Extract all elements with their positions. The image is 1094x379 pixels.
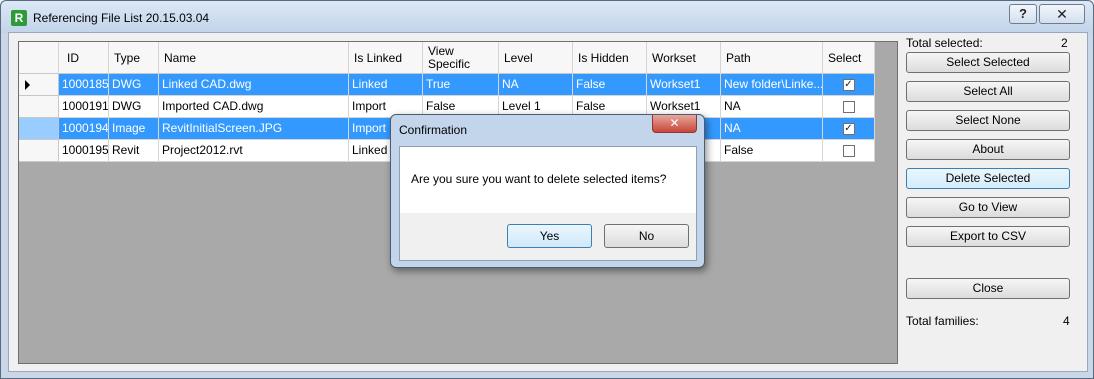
cell-is-linked: Linked xyxy=(349,74,423,96)
select-checkbox[interactable] xyxy=(842,145,855,157)
select-checkbox[interactable]: ✓ xyxy=(842,79,855,91)
grid-header: ID Type Name Is Linked View Specific Lev… xyxy=(19,42,875,74)
go-to-view-button[interactable]: Go to View xyxy=(906,197,1070,218)
dialog-title: Confirmation xyxy=(399,123,468,137)
column-header-id[interactable]: ID xyxy=(59,42,109,74)
cell-type: Revit xyxy=(109,140,159,162)
cell-select: ✓ xyxy=(823,118,875,140)
column-header-type[interactable]: Type xyxy=(109,42,159,74)
no-button[interactable]: No xyxy=(604,224,689,248)
column-header-level[interactable]: Level xyxy=(499,42,573,74)
cell-name: RevitInitialScreen.JPG xyxy=(159,118,349,140)
window-close-button[interactable]: ✕ xyxy=(1039,4,1085,24)
column-header-path[interactable]: Path xyxy=(721,42,823,74)
cell-level: NA xyxy=(499,74,573,96)
cell-type: DWG xyxy=(109,74,159,96)
cell-select: ✓ xyxy=(823,74,875,96)
current-row-arrow-icon xyxy=(25,80,30,90)
select-none-button[interactable]: Select None xyxy=(906,110,1070,131)
select-checkbox[interactable]: ✓ xyxy=(842,123,855,135)
main-window: R Referencing File List 20.15.03.04 ? ✕ … xyxy=(0,0,1094,379)
export-csv-button[interactable]: Export to CSV xyxy=(906,226,1070,247)
dialog-body: Are you sure you want to delete selected… xyxy=(399,146,697,261)
total-selected-value: 2 xyxy=(1061,36,1068,50)
cell-name: Imported CAD.dwg xyxy=(159,96,349,118)
cell-path: False xyxy=(721,140,823,162)
cell-id: 1000194 xyxy=(59,118,109,140)
cell-type: DWG xyxy=(109,96,159,118)
cell-id: 1000185 xyxy=(59,74,109,96)
total-families-label: Total families: xyxy=(906,314,979,328)
dialog-close-icon[interactable]: ✕ xyxy=(652,115,697,133)
total-selected-label: Total selected: xyxy=(906,36,983,50)
help-button[interactable]: ? xyxy=(1009,4,1037,24)
cell-select xyxy=(823,96,875,118)
row-header[interactable] xyxy=(19,74,59,96)
column-header-is-hidden[interactable]: Is Hidden xyxy=(573,42,647,74)
column-header-view-specific[interactable]: View Specific xyxy=(423,42,499,74)
cell-path: New folder\Linke... xyxy=(721,74,823,96)
cell-is-hidden: False xyxy=(573,74,647,96)
column-header-select[interactable]: Select xyxy=(823,42,875,74)
cell-view-specific: True xyxy=(423,74,499,96)
cell-type: Image xyxy=(109,118,159,140)
header-corner xyxy=(19,42,59,74)
cell-id: 1000191 xyxy=(59,96,109,118)
column-header-workset[interactable]: Workset xyxy=(647,42,721,74)
column-header-is-linked[interactable]: Is Linked xyxy=(349,42,423,74)
cell-path: NA xyxy=(721,96,823,118)
delete-selected-button[interactable]: Delete Selected xyxy=(906,168,1070,189)
cell-select xyxy=(823,140,875,162)
close-button[interactable]: Close xyxy=(906,278,1070,299)
cell-id: 1000195 xyxy=(59,140,109,162)
cell-path: NA xyxy=(721,118,823,140)
confirmation-dialog: Confirmation ✕ Are you sure you want to … xyxy=(390,114,705,268)
cell-name: Linked CAD.dwg xyxy=(159,74,349,96)
table-row[interactable]: 1000185 DWG Linked CAD.dwg Linked True NA Fals… xyxy=(19,74,875,96)
side-panel: Total selected: 2 Select Selected Select… xyxy=(904,33,1084,373)
row-header[interactable] xyxy=(19,140,59,162)
total-families-value: 4 xyxy=(1063,314,1070,328)
about-button[interactable]: About xyxy=(906,139,1070,160)
dialog-message: Are you sure you want to delete selected… xyxy=(400,147,696,213)
select-all-button[interactable]: Select All xyxy=(906,81,1070,102)
cell-workset: Workset1 xyxy=(647,74,721,96)
app-icon: R xyxy=(11,10,27,26)
cell-name: Project2012.rvt xyxy=(159,140,349,162)
row-header[interactable] xyxy=(19,118,59,140)
select-checkbox[interactable] xyxy=(842,101,855,113)
title-bar: R Referencing File List 20.15.03.04 ? ✕ xyxy=(1,1,1093,33)
row-header[interactable] xyxy=(19,96,59,118)
window-title: Referencing File List 20.15.03.04 xyxy=(33,11,210,25)
yes-button[interactable]: Yes xyxy=(507,224,592,248)
column-header-name[interactable]: Name xyxy=(159,42,349,74)
select-selected-button[interactable]: Select Selected xyxy=(906,52,1070,73)
